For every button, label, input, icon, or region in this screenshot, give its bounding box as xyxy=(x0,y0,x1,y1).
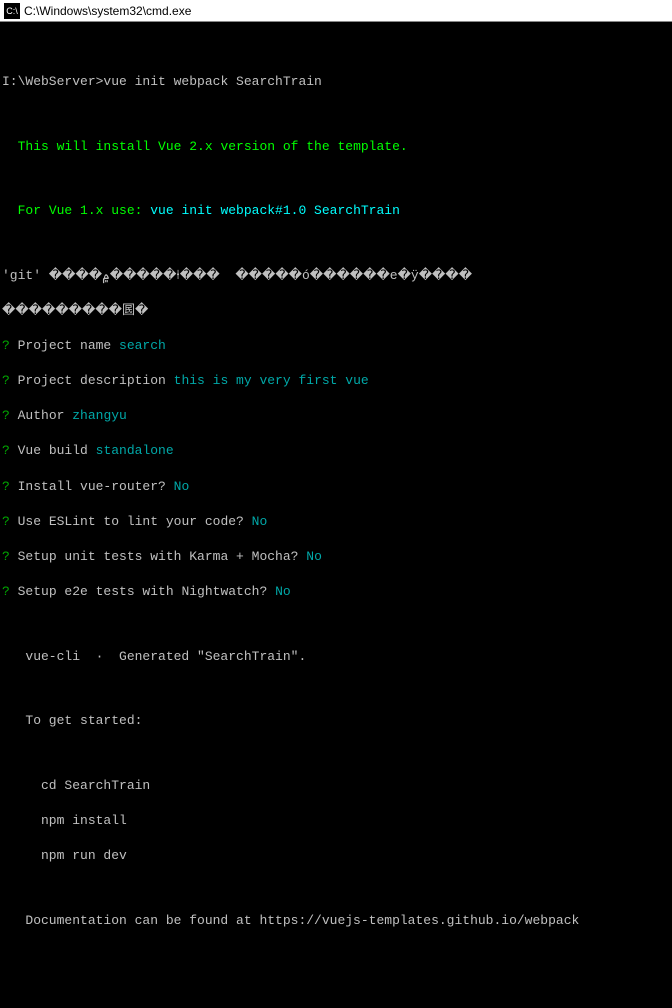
prompt-row: ? Author zhangyu xyxy=(2,407,670,425)
step-text: cd SearchTrain xyxy=(2,777,670,795)
prompt-row: ? Install vue-router? No xyxy=(2,478,670,496)
window-title: C:\Windows\system32\cmd.exe xyxy=(24,4,191,18)
prompt: I:\WebServer> xyxy=(2,74,103,89)
prompt-row: ? Use ESLint to lint your code? No xyxy=(2,513,670,531)
prompt-row: ? Setup e2e tests with Nightwatch? No xyxy=(2,583,670,601)
git-error-line: 'git' ����۾�����⍿��� �����ó������e�ÿ���� xyxy=(2,267,670,285)
prompt-row: ? Setup unit tests with Karma + Mocha? N… xyxy=(2,548,670,566)
step-text: npm run dev xyxy=(2,847,670,865)
step-text: npm install xyxy=(2,812,670,830)
git-error-line: ���������囻� xyxy=(2,302,670,320)
get-started-text: To get started: xyxy=(2,712,670,730)
prompt-row: ? Vue build standalone xyxy=(2,442,670,460)
prompt-row: ? Project description this is my very fi… xyxy=(2,372,670,390)
command-input: vue init webpack SearchTrain xyxy=(103,74,321,89)
prompt-row: ? Project name search xyxy=(2,337,670,355)
title-bar[interactable]: C:\ C:\Windows\system32\cmd.exe xyxy=(0,0,672,22)
notice-text: This will install Vue 2.x version of the… xyxy=(2,138,670,156)
generated-text: vue-cli · Generated "SearchTrain". xyxy=(2,648,670,666)
cmd-icon: C:\ xyxy=(4,3,20,19)
notice-text: For Vue 1.x use: vue init webpack#1.0 Se… xyxy=(2,202,670,220)
docs-text: Documentation can be found at https://vu… xyxy=(2,912,670,930)
prompt: I:\WebServer> xyxy=(2,1007,103,1008)
terminal-output[interactable]: I:\WebServer>vue init webpack SearchTrai… xyxy=(0,22,672,1008)
